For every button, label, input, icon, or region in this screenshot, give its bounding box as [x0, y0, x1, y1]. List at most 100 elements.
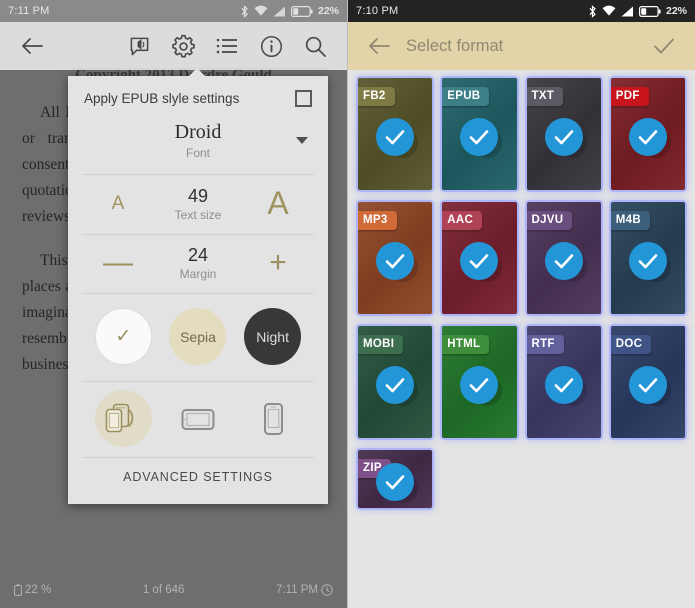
format-selected-check[interactable]: [544, 118, 583, 157]
text-to-speech-button[interactable]: [117, 24, 161, 68]
back-button[interactable]: [360, 27, 398, 65]
margin-increase-button[interactable]: +: [250, 248, 306, 278]
format-label-badge: MOBI: [358, 335, 404, 354]
advanced-settings-button[interactable]: ADVANCED SETTINGS: [68, 458, 328, 502]
format-label-badge: EPUB: [442, 87, 490, 106]
epub-settings-dialog: Apply EPUB slyle settings Droid Font A 4…: [68, 68, 328, 504]
check-icon: [638, 378, 658, 393]
check-icon: [470, 254, 489, 269]
theme-selector: ✓ Sepia Night: [68, 294, 328, 381]
check-icon: [554, 378, 573, 393]
bluetooth-icon: [589, 4, 596, 18]
format-grid: FB2 EPUB TXT PDF MP3 AAC DJVU M4B MOBI HTML RTF DOC…: [348, 70, 695, 508]
format-selected-check[interactable]: [376, 242, 415, 281]
format-selected-check[interactable]: [460, 242, 499, 281]
check-icon: [554, 130, 573, 145]
format-selected-check[interactable]: [544, 366, 583, 405]
text-size-increase-button[interactable]: A: [250, 185, 306, 222]
page-title: Select format: [406, 36, 504, 55]
format-card[interactable]: TXT: [526, 78, 601, 190]
status-bar-clock: 7:11 PM: [8, 5, 50, 17]
search-button[interactable]: [293, 24, 337, 68]
bluetooth-icon: [241, 4, 248, 18]
wifi-icon: [254, 5, 268, 16]
format-selected-check[interactable]: [628, 366, 667, 405]
text-size-label: Text size: [174, 207, 222, 222]
format-label-badge: MP3: [358, 211, 397, 230]
battery-outline-icon: [14, 584, 22, 596]
text-size-value-group: 49 Text size: [146, 186, 250, 222]
theme-day-button[interactable]: ✓: [94, 308, 152, 365]
orientation-portrait-button[interactable]: [244, 390, 301, 447]
orientation-auto-button[interactable]: [94, 390, 152, 447]
format-card[interactable]: RTF: [526, 326, 601, 438]
format-card[interactable]: MP3: [358, 202, 433, 314]
format-card[interactable]: EPUB: [442, 78, 517, 190]
battery-percent-label: 22%: [665, 5, 687, 17]
format-card[interactable]: HTML: [442, 326, 517, 438]
info-circle-icon: [260, 35, 282, 57]
screenshot-root: 7:11 PM 22% After the Cure Copyright 201…: [0, 0, 695, 608]
format-selected-check[interactable]: [460, 366, 499, 405]
check-icon: [470, 130, 489, 145]
text-size-decrease-button[interactable]: A: [90, 193, 146, 215]
chevron-down-icon[interactable]: [296, 137, 308, 144]
format-selected-check[interactable]: [376, 118, 415, 157]
confirm-button[interactable]: [645, 27, 683, 65]
format-label-badge: FB2: [358, 87, 395, 106]
margin-decrease-button[interactable]: —: [90, 248, 146, 278]
list-icon: [216, 38, 237, 54]
format-card[interactable]: DOC: [610, 326, 685, 438]
format-label-badge: AAC: [442, 211, 483, 230]
small-a-icon: A: [111, 192, 125, 214]
orientation-landscape-button[interactable]: [169, 390, 226, 447]
reader-bottom-bar: 22 % 1 of 646 7:11 PM: [0, 572, 347, 608]
apply-epub-style-label: Apply EPUB slyle settings: [84, 91, 240, 106]
page-indicator: 1 of 646: [142, 584, 185, 596]
apply-epub-style-checkbox[interactable]: [295, 90, 312, 107]
format-label-badge: DOC: [610, 335, 652, 354]
theme-night-button[interactable]: Night: [244, 308, 302, 365]
clock-icon: [321, 584, 333, 596]
format-label-badge: M4B: [610, 211, 650, 230]
reader-battery-label: 22 %: [25, 584, 52, 596]
format-selected-check[interactable]: [628, 118, 667, 157]
phone-portrait-icon: [263, 402, 283, 435]
settings-button[interactable]: [161, 24, 205, 68]
minus-icon: —: [103, 246, 133, 279]
format-selected-check[interactable]: [376, 463, 415, 502]
auto-rotate-icon: [106, 403, 134, 432]
arrow-left-icon: [369, 38, 390, 54]
check-icon: [385, 254, 405, 269]
format-label-badge: PDF: [610, 87, 649, 106]
format-card[interactable]: FB2: [358, 78, 433, 190]
format-selected-check[interactable]: [376, 366, 415, 405]
font-sub-label: Font: [185, 146, 210, 160]
check-icon: [385, 130, 405, 145]
table-of-contents-button[interactable]: [205, 24, 249, 68]
check-icon: [638, 254, 658, 269]
format-label-badge: HTML: [442, 335, 490, 354]
format-card[interactable]: DJVU: [526, 202, 601, 314]
check-icon: [638, 130, 658, 145]
format-card[interactable]: M4B: [610, 202, 685, 314]
status-bar-left: 7:11 PM 22%: [0, 0, 347, 22]
search-icon: [305, 36, 326, 57]
format-selected-check[interactable]: [628, 242, 667, 281]
large-a-icon: A: [267, 185, 289, 221]
font-selector[interactable]: Droid Font: [68, 119, 328, 174]
format-card[interactable]: ZIP: [358, 450, 433, 508]
format-card[interactable]: PDF: [610, 78, 685, 190]
signal-icon: [621, 6, 633, 16]
back-button[interactable]: [10, 24, 54, 68]
format-card[interactable]: AAC: [442, 202, 517, 314]
status-bar-icons: 22%: [240, 4, 339, 18]
theme-sepia-button[interactable]: Sepia: [169, 308, 227, 365]
info-button[interactable]: [249, 24, 293, 68]
apply-epub-style-row[interactable]: Apply EPUB slyle settings: [68, 76, 328, 119]
format-selected-check[interactable]: [544, 242, 583, 281]
format-card[interactable]: MOBI: [358, 326, 433, 438]
format-selected-check[interactable]: [460, 118, 499, 157]
margin-value-group: 24 Margin: [146, 245, 250, 281]
signal-icon: [273, 6, 285, 16]
